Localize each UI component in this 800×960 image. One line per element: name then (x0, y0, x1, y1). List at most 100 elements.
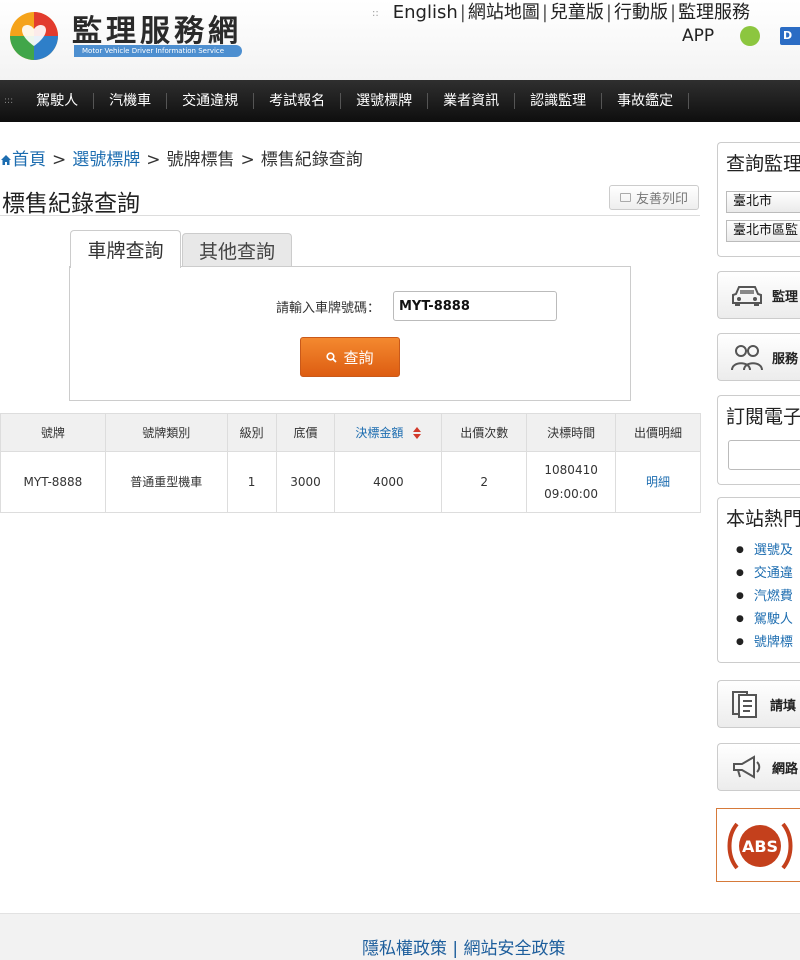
search-button-label: 查詢 (343, 348, 374, 367)
cell-plate: MYT-8888 (0, 451, 106, 513)
search-panel: 請輸入車牌號碼： 查詢 (69, 266, 631, 401)
office-select[interactable]: 臺北市區監 (726, 220, 800, 242)
column-header-award-time: 決標時間 (526, 413, 617, 452)
hot-topic-item[interactable]: 交通違 (736, 562, 800, 585)
hot-topics-list: 選號及 交通違 汽燃費 駕駛人 號牌標 (718, 531, 800, 654)
site-header: 監理服務網 Motor Vehicle Driver Information S… (0, 0, 800, 80)
network-button-label: 網路 (772, 761, 799, 777)
print-label: 友善列印 (635, 192, 688, 207)
cell-award-date: 1080410 (544, 463, 598, 477)
form-button-label: 請填 (770, 698, 797, 714)
breadcrumb-plate-auction: 號牌標售 (166, 150, 235, 170)
abs-label: ABS (742, 837, 778, 856)
results-table: 號牌 號牌類別 級別 底價 決標金額 出價次數 決標時間 出價明細 MYT-88… (0, 413, 701, 513)
page: 監理服務網 Motor Vehicle Driver Information S… (0, 0, 800, 960)
nav-item-driver[interactable]: 駕駛人 (21, 93, 95, 109)
breadcrumb-separator: > (146, 150, 161, 170)
column-header-winning-bid-label[interactable]: 決標金額 (355, 426, 403, 440)
nav-item-accident[interactable]: 事故鑑定 (602, 93, 690, 109)
nav-dots-icon: ::: (4, 96, 14, 106)
cell-base-price: 3000 (275, 451, 336, 513)
service-button[interactable]: 服務 (717, 333, 800, 381)
home-icon[interactable] (0, 154, 12, 166)
hot-topics-box: 本站熱門 選號及 交通違 汽燃費 駕駛人 號牌標 (717, 497, 800, 663)
tab-plate-query[interactable]: 車牌查詢 (70, 230, 181, 268)
site-title[interactable]: 監理服務網 (72, 6, 242, 50)
hot-topic-item[interactable]: 駕駛人 (736, 608, 800, 631)
cell-winning-bid: 4000 (334, 451, 443, 513)
toplink-sitemap[interactable]: 網站地圖 (468, 2, 540, 23)
plate-number-input[interactable] (393, 291, 557, 321)
breadcrumb-separator: > (52, 150, 67, 170)
toplink-separator: | (605, 2, 612, 23)
breadcrumb-plate-selection[interactable]: 選號標牌 (72, 150, 140, 170)
tab-other-query[interactable]: 其他查詢 (182, 233, 292, 266)
nav-item-exam[interactable]: 考試報名 (254, 93, 342, 109)
breadcrumb-home[interactable]: 首頁 (12, 150, 46, 170)
cell-award-clock: 09:00:00 (544, 487, 599, 501)
site-logo-icon[interactable] (8, 10, 60, 62)
print-button[interactable]: 友善列印 (609, 185, 699, 210)
sort-icon[interactable] (413, 427, 422, 439)
nav-item-about[interactable]: 認識監理 (515, 93, 603, 109)
cell-level: 1 (226, 451, 277, 513)
hot-topic-item[interactable]: 號牌標 (736, 631, 800, 654)
column-header-winning-bid[interactable]: 決標金額 (334, 413, 443, 452)
toplink-english[interactable]: English (393, 2, 458, 23)
nav-item-plate[interactable]: 選號標牌 (341, 93, 429, 109)
nav-item-violation[interactable]: 交通違規 (167, 93, 255, 109)
subscribe-email-input[interactable] (728, 440, 800, 470)
toplink-service[interactable]: 監理服務 (678, 2, 750, 23)
subscribe-box: 訂閱電子 (717, 395, 800, 485)
table-row: MYT-8888 普通重型機車 1 3000 4000 2 1080410 09:… (0, 451, 701, 513)
hot-topic-item[interactable]: 汽燃費 (736, 585, 800, 608)
breadcrumb-current: 標售紀錄查詢 (260, 150, 363, 170)
nav-item-vehicle[interactable]: 汽機車 (94, 93, 168, 109)
cell-detail: 明細 (615, 451, 701, 513)
column-header-plate: 號牌 (0, 413, 106, 452)
form-icon (732, 691, 757, 718)
site-footer: 隱私權政策 | 網站安全政策 (0, 913, 800, 960)
car-icon (732, 286, 762, 306)
app-link[interactable]: APP (682, 26, 714, 46)
plate-input-label: 請輸入車牌號碼： (276, 301, 381, 316)
cell-award-time: 1080410 09:00:00 (526, 451, 617, 513)
cell-bid-count: 2 (441, 451, 528, 513)
main-nav: ::: 駕駛人 汽機車 交通違規 考試報名 選號標牌 業者資訊 認識監理 事故鑑… (0, 80, 800, 122)
footer-links: 隱私權政策 | 網站安全政策 (362, 934, 566, 959)
office-button-label: 監理 (772, 289, 799, 305)
column-header-base-price: 底價 (275, 413, 336, 452)
abs-banner[interactable]: ABS (716, 808, 800, 882)
accessibility-icon[interactable] (740, 26, 760, 46)
form-button[interactable]: 請填 (717, 680, 800, 728)
network-button[interactable]: 網路 (717, 743, 800, 791)
toplink-kids[interactable]: 兒童版 (550, 2, 604, 23)
search-button[interactable]: 查詢 (300, 337, 400, 377)
city-select[interactable]: 臺北市 (726, 191, 800, 213)
column-header-bid-detail: 出價明細 (615, 413, 701, 452)
breadcrumb-separator: > (240, 150, 255, 170)
toplink-separator: | (541, 2, 548, 23)
privacy-policy-link[interactable]: 隱私權政策 (362, 939, 447, 959)
column-header-bid-count: 出價次數 (441, 413, 528, 452)
footer-separator: | (447, 939, 464, 959)
toplink-mobile[interactable]: 行動版 (614, 2, 668, 23)
detail-link[interactable]: 明細 (646, 475, 670, 489)
people-icon (731, 345, 763, 371)
table-header-row: 號牌 號牌類別 級別 底價 決標金額 出價次數 決標時間 出價明細 (0, 413, 701, 452)
column-header-category: 號牌類別 (104, 413, 228, 452)
site-tagline: Motor Vehicle Driver Information Service (74, 45, 242, 57)
hot-topics-title: 本站熱門 (726, 508, 800, 530)
d-badge-icon[interactable]: D (780, 27, 800, 45)
hot-topic-item[interactable]: 選號及 (736, 539, 800, 562)
security-policy-link[interactable]: 網站安全政策 (464, 939, 566, 959)
column-header-level: 級別 (226, 413, 277, 452)
office-query-title: 查詢監理 (726, 153, 800, 175)
nav-item-business[interactable]: 業者資訊 (428, 93, 516, 109)
title-divider (0, 215, 700, 216)
page-title: 標售紀錄查詢 (2, 191, 140, 217)
office-button[interactable]: 監理 (717, 271, 800, 319)
search-icon (326, 351, 338, 363)
abs-icon: ABS (727, 822, 793, 870)
top-links: :: English | 網站地圖 | 兒童版 | 行動版 | 監理服務 (372, 0, 750, 24)
